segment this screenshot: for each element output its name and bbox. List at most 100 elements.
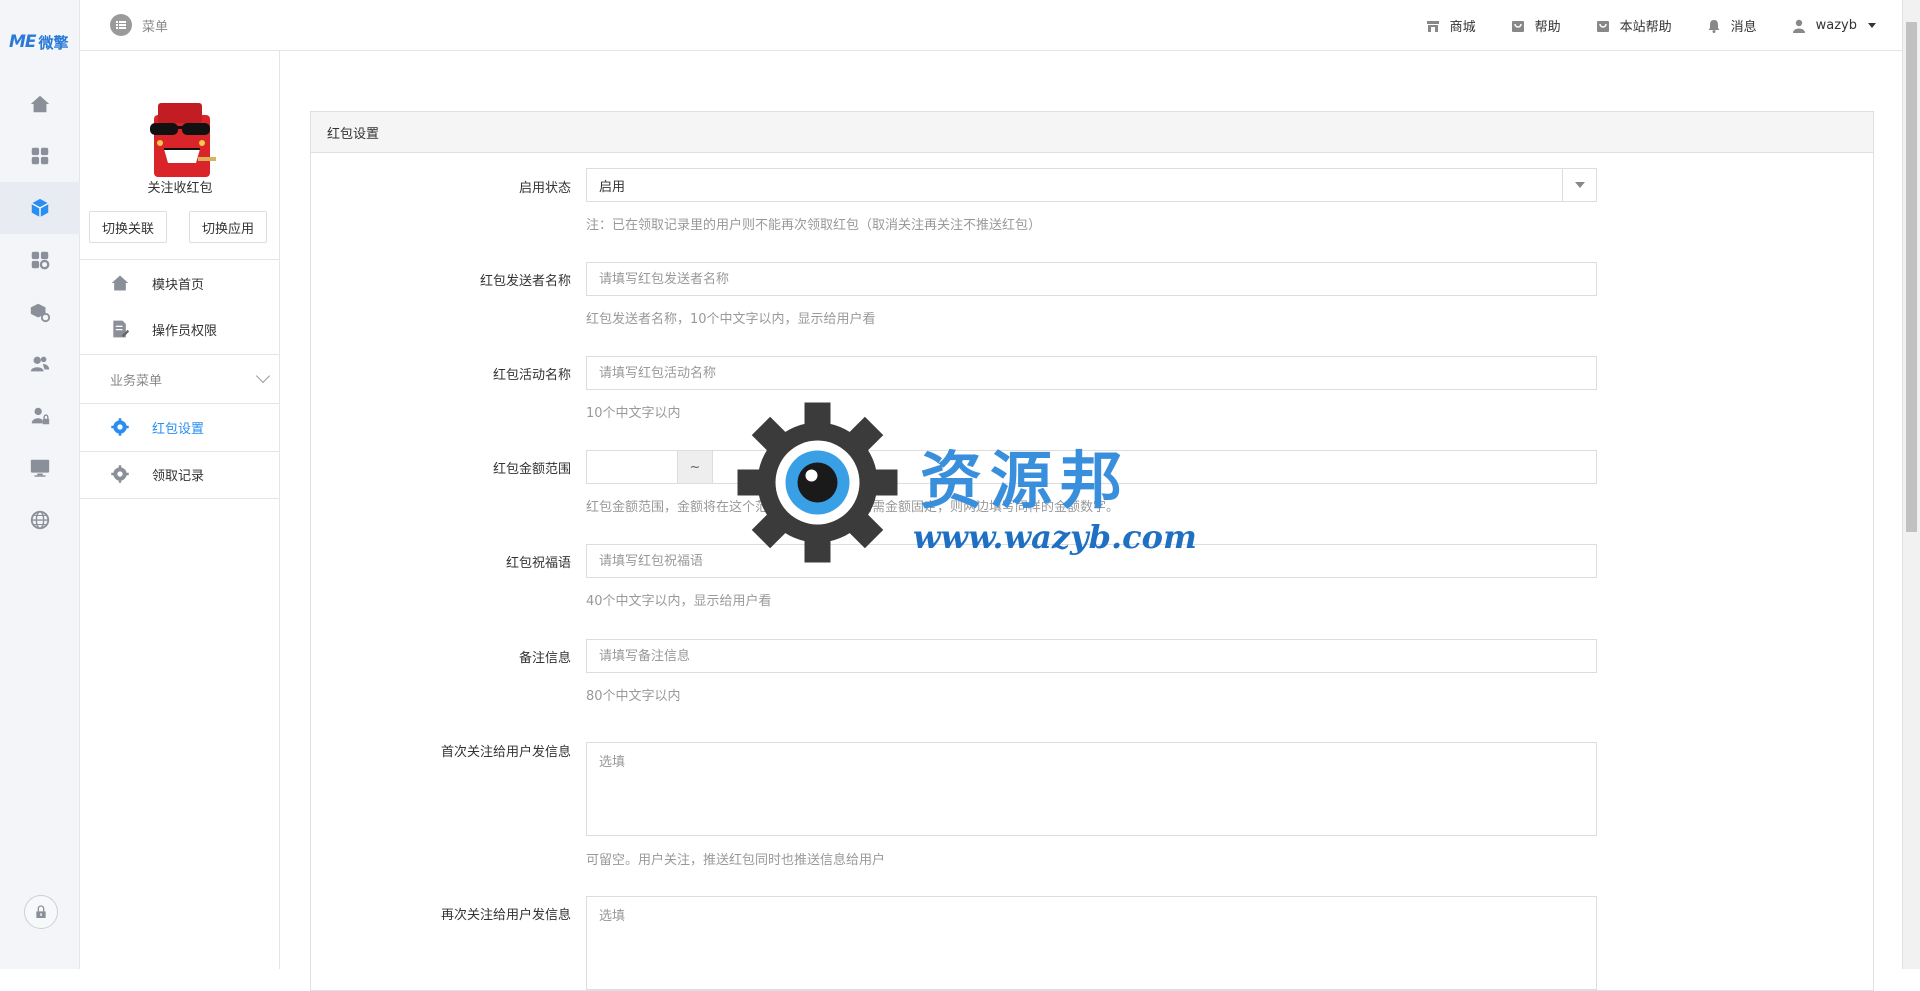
- scrollbar-thumb[interactable]: [1906, 22, 1917, 532]
- cube-settings-icon: [30, 303, 51, 323]
- sender-label: 红包发送者名称: [479, 274, 571, 289]
- panel-title: 红包设置: [311, 112, 1873, 153]
- sidebar-item-label: 红包设置: [152, 421, 205, 437]
- icon-rail: ME 微擎: [0, 0, 80, 969]
- rail-user-lock[interactable]: [0, 390, 80, 442]
- nav-store[interactable]: 商城: [1425, 16, 1476, 35]
- rail-users[interactable]: [0, 338, 80, 390]
- lock-icon: [36, 905, 46, 918]
- wish-help: 40个中文字以内，显示给用户看: [586, 594, 772, 609]
- top-nav: 商城 帮助 本站帮助 消息 wazyb: [1391, 0, 1876, 51]
- user-lock-icon: [31, 407, 50, 425]
- rail-modules[interactable]: [0, 182, 80, 234]
- lock-button[interactable]: [24, 895, 58, 929]
- sidebar-item-module-home[interactable]: 模块首页: [80, 261, 280, 305]
- status-help: 注：已在领取记录里的用户则不能再次领取红包（取消关注再关注不推送红包）: [586, 218, 1042, 233]
- gear-icon: [111, 465, 129, 483]
- nav-store-label: 商城: [1449, 20, 1476, 35]
- remark-input[interactable]: [586, 639, 1597, 673]
- amount-separator: ~: [678, 450, 712, 484]
- refollow-message-textarea[interactable]: [586, 896, 1597, 990]
- sender-name-input[interactable]: [586, 262, 1597, 296]
- divider: [80, 498, 280, 499]
- nav-site-help[interactable]: 本站帮助: [1595, 16, 1672, 35]
- rail-home[interactable]: [0, 78, 80, 130]
- sidebar-item-label: 模块首页: [152, 277, 205, 293]
- home-icon: [111, 275, 129, 291]
- sidebar-item-label: 操作员权限: [152, 323, 218, 339]
- wish-label: 红包祝福语: [505, 556, 571, 571]
- brand-mark: ME: [9, 32, 37, 52]
- document-edit-icon: [113, 320, 130, 338]
- caret-down-icon: [1574, 182, 1585, 188]
- users-icon: [30, 356, 50, 372]
- sidebar-item-claim-records[interactable]: 领取记录: [80, 452, 280, 496]
- rail-monitor[interactable]: [0, 442, 80, 494]
- status-value: 启用: [599, 179, 626, 195]
- divider: [80, 259, 280, 260]
- rail-globe[interactable]: [0, 494, 80, 546]
- monitor-icon: [30, 459, 50, 477]
- nav-help-label: 帮助: [1534, 20, 1561, 35]
- select-arrow: [1562, 169, 1596, 201]
- refollow-label: 再次关注给用户发信息: [440, 908, 571, 923]
- addon-apps-icon: [31, 251, 50, 270]
- sender-help: 红包发送者名称，10个中文字以内，显示给用户看: [586, 312, 876, 327]
- first-follow-label: 首次关注给用户发信息: [440, 745, 571, 760]
- user-menu[interactable]: wazyb: [1791, 18, 1876, 34]
- chevron-down-icon: [255, 368, 271, 384]
- module-cube-icon: [31, 198, 49, 218]
- amount-max-input[interactable]: [712, 450, 1597, 484]
- remark-help: 80个中文字以内: [586, 689, 681, 704]
- sidebar-item-operator-permissions[interactable]: 操作员权限: [80, 307, 280, 351]
- wish-input[interactable]: [586, 544, 1597, 578]
- sidebar-item-label: 领取记录: [152, 468, 205, 484]
- rail-addons[interactable]: [0, 234, 80, 286]
- list-icon: [110, 14, 132, 36]
- user-name: wazyb: [1815, 18, 1857, 33]
- apps-icon: [31, 147, 49, 165]
- activity-name-input[interactable]: [586, 356, 1597, 390]
- divider: [80, 403, 280, 404]
- switch-app-button[interactable]: 切换应用: [189, 211, 268, 243]
- brand-logo[interactable]: ME 微擎: [9, 30, 69, 54]
- business-menu-header[interactable]: 业务菜单: [80, 355, 280, 403]
- switch-link-button[interactable]: 切换关联: [89, 211, 168, 243]
- gear-icon: [111, 418, 129, 436]
- caret-down-icon: [1868, 23, 1876, 28]
- help-bag-icon: [1511, 20, 1524, 32]
- amount-label: 红包金额范围: [492, 462, 571, 477]
- business-menu-label: 业务菜单: [110, 373, 163, 389]
- scrollbar[interactable]: [1902, 0, 1920, 969]
- menu-label: 菜单: [142, 19, 169, 35]
- module-title: 关注收红包: [147, 181, 213, 196]
- site-help-bag-icon: [1596, 20, 1609, 32]
- first-follow-help: 可留空。用户关注，推送红包同时也推送信息给用户: [586, 853, 886, 868]
- module-sidebar: 关注收红包 切换关联 切换应用 模块首页 操作员权限 业务菜单 红包设置 领取记…: [80, 51, 280, 969]
- status-select[interactable]: 启用: [586, 168, 1597, 202]
- activity-label: 红包活动名称: [492, 368, 571, 383]
- nav-help[interactable]: 帮助: [1510, 16, 1561, 35]
- store-icon: [1426, 20, 1439, 32]
- activity-help: 10个中文字以内: [586, 406, 681, 421]
- home-icon: [30, 95, 50, 113]
- first-follow-message-textarea[interactable]: [586, 742, 1597, 836]
- sidebar-item-redpack-settings[interactable]: 红包设置: [80, 405, 280, 449]
- top-bar: 菜单 商城 帮助 本站帮助 消息 wazyb: [80, 0, 1902, 51]
- rail-cube-settings[interactable]: [0, 286, 80, 338]
- menu-toggle[interactable]: 菜单: [110, 14, 168, 36]
- module-logo: [150, 103, 216, 177]
- nav-messages[interactable]: 消息: [1706, 16, 1757, 35]
- status-label: 启用状态: [518, 181, 571, 196]
- bell-icon: [1708, 19, 1720, 33]
- rail-apps[interactable]: [0, 130, 80, 182]
- amount-help: 红包金额范围，金额将在这个范围内随机产生，如需金额固定，则两边填写同样的金额数字…: [586, 500, 1120, 515]
- nav-messages-label: 消息: [1730, 20, 1757, 35]
- brand-name: 微擎: [38, 33, 69, 52]
- remark-label: 备注信息: [518, 651, 571, 666]
- amount-min-input[interactable]: [586, 450, 678, 484]
- redpack-settings-panel: 红包设置 启用状态 启用 注：已在领取记录里的用户则不能再次领取红包（取消关注再…: [310, 111, 1874, 991]
- globe-icon: [30, 510, 50, 530]
- nav-site-help-label: 本站帮助: [1619, 20, 1672, 35]
- user-icon: [1792, 19, 1805, 33]
